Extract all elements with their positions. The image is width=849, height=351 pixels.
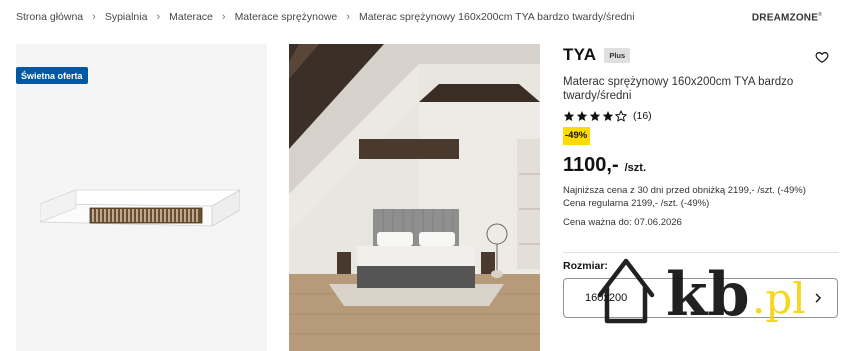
breadcrumb-separator: ›: [221, 11, 226, 23]
price-validity: Cena ważna do: 07.06.2026: [563, 217, 682, 228]
discount-badge: -49%: [563, 127, 591, 145]
price-unit: /szt.: [624, 162, 647, 174]
brand-logo[interactable]: DREAMZONE®: [752, 12, 822, 23]
heart-icon[interactable]: [815, 50, 829, 64]
star-icon: [563, 111, 575, 121]
breadcrumb-mattresses[interactable]: Materace: [169, 11, 213, 23]
brand-logo-mark: ®: [818, 12, 822, 18]
star-icon: [576, 111, 588, 121]
brand-logo-text: DREAMZONE: [751, 12, 819, 24]
breadcrumb-current: Materac sprężynowy 160x200cm TYA bardzo …: [358, 11, 635, 23]
product-image-main[interactable]: Świetna oferta: [16, 44, 267, 351]
breadcrumb-bedroom[interactable]: Sypialnia: [105, 11, 148, 23]
rating[interactable]: (16): [563, 110, 839, 122]
star-icon: [602, 111, 614, 121]
breadcrumb-separator: ›: [346, 11, 350, 23]
product-info-panel: TYA Plus Materac sprężynowy 160x200cm TY…: [563, 44, 839, 318]
breadcrumb: Strona główna › Sypialnia › Materace › M…: [16, 10, 635, 24]
rating-count: (16): [633, 110, 652, 122]
star-icon: [589, 111, 601, 121]
product-name: Materac sprężynowy 160x200cm TYA bardzo …: [563, 76, 794, 102]
divider: [563, 252, 839, 253]
breadcrumb-separator: ›: [156, 11, 161, 23]
mattress-image: [40, 189, 240, 227]
product-title-row: TYA Plus: [563, 44, 839, 66]
plus-badge: Plus: [604, 47, 631, 63]
product-brand: TYA: [563, 45, 597, 64]
breadcrumb-home[interactable]: Strona główna: [16, 11, 83, 23]
star-outline-icon: [615, 110, 627, 122]
bedroom-photo: [289, 44, 540, 351]
breadcrumb-separator: ›: [92, 11, 96, 23]
price: 1100,-: [563, 154, 619, 176]
watermark-logo: kb .pl: [597, 258, 806, 327]
watermark-text: kb: [666, 260, 750, 327]
rating-stars: [563, 110, 627, 122]
regular-price-note: Cena regularna 2199,- /szt. (-49%): [563, 198, 710, 209]
watermark-suffix: .pl: [752, 274, 806, 323]
offer-badge: Świetna oferta: [16, 67, 88, 84]
breadcrumb-spring-mattresses[interactable]: Materace sprężynowe: [235, 11, 338, 23]
product-image-room[interactable]: [289, 44, 540, 351]
lowest-price-note: Najniższa cena z 30 dni przed obniżką 21…: [563, 185, 806, 196]
price-row: 1100,- /szt.: [563, 154, 839, 177]
